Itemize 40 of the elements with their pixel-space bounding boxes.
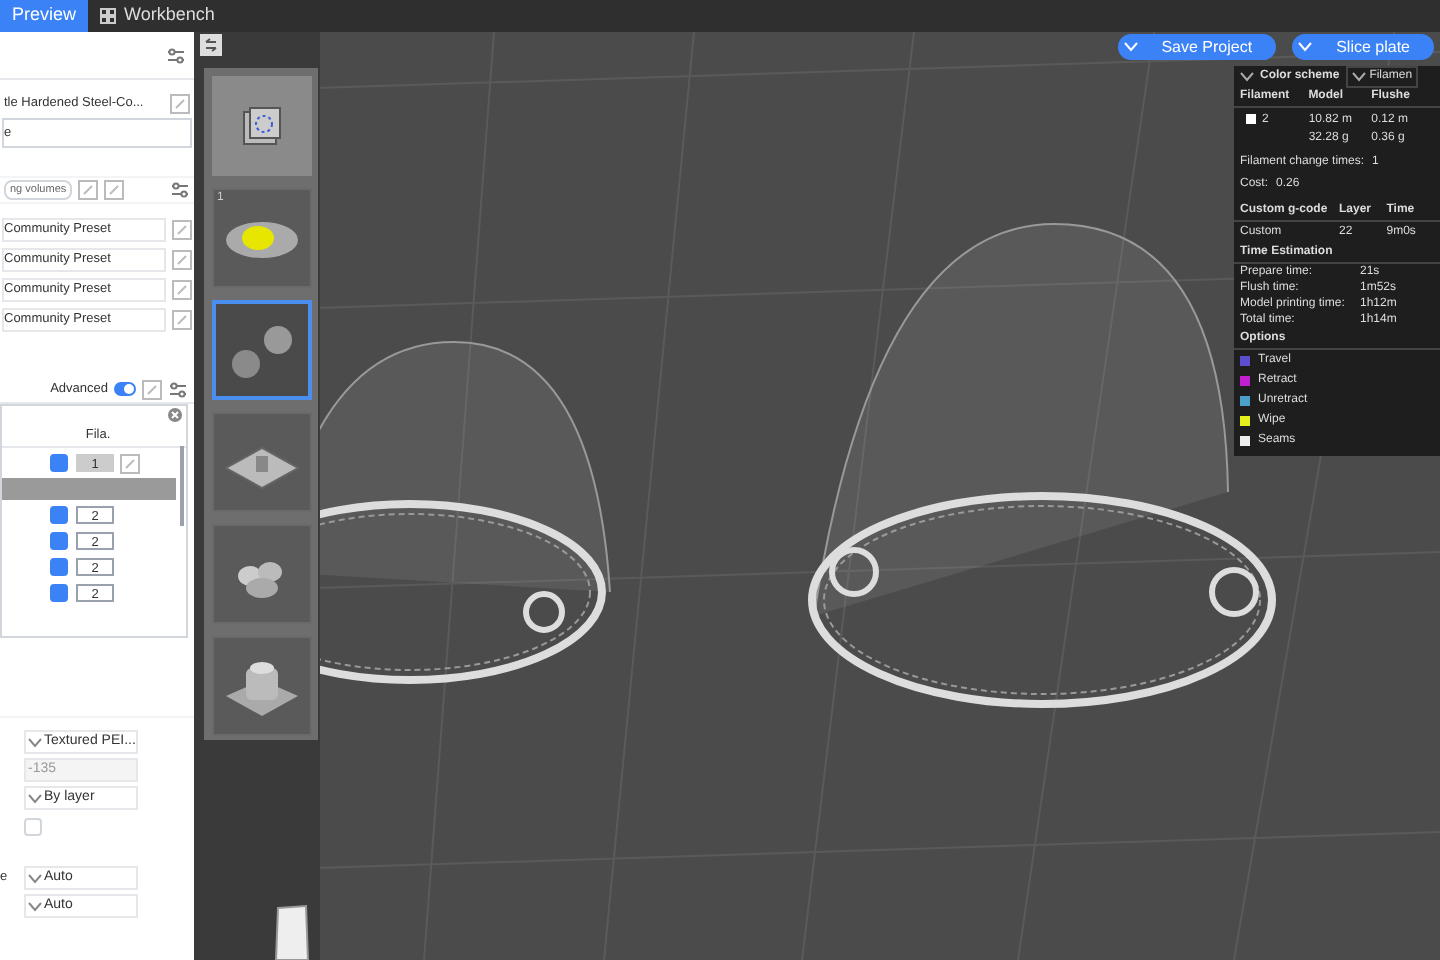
toolbar-button[interactable]: Save Project	[1117, 34, 1277, 60]
edit-icon[interactable]	[172, 310, 192, 330]
edit-icon[interactable]	[142, 379, 162, 399]
edit-icon[interactable]	[104, 180, 125, 200]
tab[interactable]: Preview	[0, 0, 88, 32]
edit-icon[interactable]	[78, 180, 99, 200]
plate-thumbnail[interactable]	[211, 524, 311, 624]
toolbar-button[interactable]: Slice plate	[1292, 34, 1434, 60]
plate-thumbnail[interactable]	[211, 636, 311, 736]
close-icon[interactable]	[168, 408, 182, 422]
checkbox[interactable]	[50, 506, 68, 524]
settings-icon[interactable]	[166, 45, 186, 65]
edit-icon[interactable]	[172, 250, 192, 270]
view-cube-icon[interactable]	[274, 904, 310, 960]
caret-icon	[28, 793, 42, 803]
caret-icon	[1351, 72, 1366, 82]
checkbox[interactable]	[50, 532, 68, 550]
grid-icon	[100, 8, 116, 24]
plate-thumbnail[interactable]	[211, 300, 311, 400]
checkbox[interactable]	[50, 558, 68, 576]
edit-icon[interactable]	[172, 220, 192, 240]
caret-icon	[1240, 72, 1254, 82]
edit-icon[interactable]	[172, 280, 192, 300]
caret-icon	[1123, 42, 1138, 52]
collapse-button[interactable]	[200, 34, 222, 56]
caret-icon	[28, 873, 42, 883]
caret-icon	[1298, 42, 1313, 52]
cube-icon	[239, 104, 283, 148]
settings-icon[interactable]	[170, 180, 190, 200]
caret-icon	[28, 901, 42, 911]
advanced-toggle[interactable]	[114, 382, 136, 396]
edit-icon[interactable]	[170, 94, 190, 114]
plate-thumbnail[interactable]	[211, 76, 311, 176]
settings-icon[interactable]	[168, 379, 188, 399]
tab[interactable]: Workbench	[88, 0, 227, 32]
checkbox[interactable]	[50, 584, 68, 602]
swap-icon	[204, 38, 218, 52]
plate-thumbnail[interactable]	[211, 412, 311, 512]
scrollbar[interactable]	[180, 446, 184, 526]
caret-icon	[28, 737, 42, 747]
